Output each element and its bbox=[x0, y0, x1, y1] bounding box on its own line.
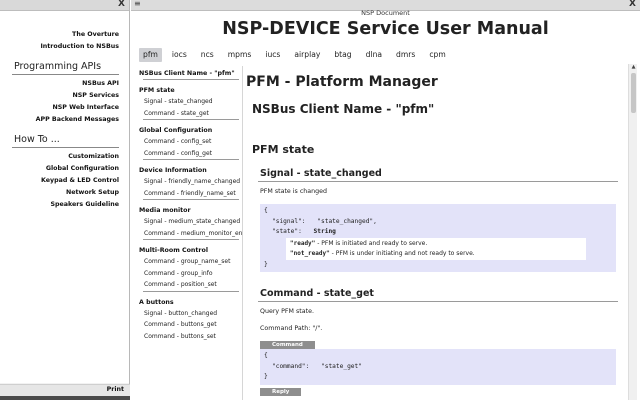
print-button[interactable]: Print bbox=[107, 386, 124, 393]
client-name-heading: NSBus Client Name - "pfm" bbox=[252, 102, 435, 116]
toc-divider bbox=[143, 199, 239, 200]
tab-pfm[interactable]: pfm bbox=[139, 48, 162, 62]
toc-client-name[interactable]: NSBus Client Name - "pfm" bbox=[139, 68, 243, 79]
state-enum-list: "ready" - PFM is initiated and ready to … bbox=[286, 237, 586, 260]
tab-ncs[interactable]: ncs bbox=[197, 48, 218, 62]
toc-item[interactable]: Command - friendly_name_set bbox=[139, 188, 243, 200]
nav-link-global-configuration[interactable]: Global Configuration bbox=[0, 163, 129, 175]
toc-divider bbox=[143, 290, 239, 292]
tab-iocs[interactable]: iocs bbox=[168, 48, 191, 62]
scroll-up-arrow-icon[interactable]: ▲ bbox=[629, 64, 638, 72]
nav-link-customization[interactable]: Customization bbox=[0, 151, 129, 163]
enum-ready: "ready" - PFM is initiated and ready to … bbox=[290, 239, 428, 247]
nav-link-speakers-guideline[interactable]: Speakers Guideline bbox=[0, 199, 129, 211]
toc-divider bbox=[143, 159, 239, 160]
tab-dlna[interactable]: dlna bbox=[362, 48, 386, 62]
section-divider bbox=[258, 181, 618, 182]
toc-item[interactable]: Command - group_info bbox=[139, 268, 243, 280]
toc-item[interactable]: Command - state_get bbox=[139, 108, 243, 120]
toc-divider bbox=[143, 79, 239, 80]
tab-airplay[interactable]: airplay bbox=[290, 48, 324, 62]
manual-title: NSP-DEVICE Service User Manual bbox=[222, 19, 549, 39]
nav-heading-programming-apis: Programming APIs bbox=[14, 61, 102, 72]
nav-link-keypad-led-control[interactable]: Keypad & LED Control bbox=[0, 175, 129, 187]
window-title: NSP Document bbox=[361, 9, 410, 17]
toc-item[interactable]: Signal - friendly_name_changed bbox=[139, 176, 243, 188]
toc-item[interactable]: Command - position_set bbox=[139, 279, 243, 291]
content-scrollbar[interactable]: ▲ bbox=[628, 64, 637, 400]
signal-state-changed-heading: Signal - state_changed bbox=[260, 168, 382, 179]
document-content: PFM - Platform Manager NSBus Client Name… bbox=[246, 68, 626, 400]
pfm-state-heading: PFM state bbox=[252, 143, 315, 156]
command-description: Query PFM state. bbox=[260, 308, 314, 315]
nav-divider bbox=[12, 147, 119, 148]
column-divider bbox=[242, 66, 243, 400]
toc-item[interactable]: Command - group_name_set bbox=[139, 256, 243, 268]
tab-iucs[interactable]: iucs bbox=[261, 48, 284, 62]
left-pane-footer: Print bbox=[0, 384, 130, 396]
nav-divider bbox=[12, 74, 119, 75]
command-state-get-heading: Command - state_get bbox=[260, 288, 374, 299]
toc-item[interactable]: Command - medium_monitor_enable bbox=[139, 228, 243, 240]
toc-divider bbox=[143, 239, 239, 240]
document-titlebar: ≡ NSP Document X bbox=[131, 0, 640, 17]
left-navigation-pane: X The Overture Introduction to NSBus Pro… bbox=[0, 0, 130, 400]
nav-link-intro-nsbus[interactable]: Introduction to NSBus bbox=[0, 41, 129, 53]
nav-link-app-backend-messages[interactable]: APP Backend Messages bbox=[0, 114, 129, 126]
enum-not-ready: "not_ready" - PFM is under initiating an… bbox=[290, 249, 475, 257]
toc-item[interactable]: Signal - state_changed bbox=[139, 96, 243, 108]
signal-description: PFM state is changed bbox=[260, 188, 328, 195]
reply-tag: Reply bbox=[260, 388, 302, 396]
window-close-icon[interactable]: X bbox=[629, 0, 636, 9]
signal-code-block: { "signal": "state_changed", "state": St… bbox=[260, 204, 616, 272]
toc-group-device-information[interactable]: Device Information bbox=[139, 165, 243, 176]
toc-group-media-monitor[interactable]: Media monitor bbox=[139, 205, 243, 216]
left-nav-list: The Overture Introduction to NSBus Progr… bbox=[0, 11, 129, 383]
nav-link-overture[interactable]: The Overture bbox=[0, 29, 129, 41]
toc-group-buttons[interactable]: A buttons bbox=[139, 297, 243, 308]
command-tag: Command bbox=[260, 341, 315, 349]
toc-item[interactable]: Signal - button_changed bbox=[139, 308, 243, 320]
left-pane-close-icon[interactable]: X bbox=[118, 0, 125, 9]
toc-item[interactable]: Command - buttons_set bbox=[139, 331, 243, 343]
left-pane-titlebar: X bbox=[0, 0, 129, 11]
tab-cpm[interactable]: cpm bbox=[425, 48, 449, 62]
taskbar-strip bbox=[0, 396, 130, 400]
toc-item[interactable]: Signal - medium_state_changed bbox=[139, 216, 243, 228]
toc-group-global-configuration[interactable]: Global Configuration bbox=[139, 125, 243, 136]
service-tabs: pfm iocs ncs mpms iucs airplay btag dlna… bbox=[139, 48, 456, 62]
window-menu-icon[interactable]: ≡ bbox=[134, 0, 141, 8]
nav-link-nsp-web-interface[interactable]: NSP Web Interface bbox=[0, 102, 129, 114]
toc-item[interactable]: Command - config_get bbox=[139, 148, 243, 160]
toc-divider bbox=[143, 119, 239, 120]
tab-dmrs[interactable]: dmrs bbox=[392, 48, 419, 62]
tab-mpms[interactable]: mpms bbox=[224, 48, 256, 62]
nav-link-nsbus-api[interactable]: NSBus API bbox=[0, 78, 129, 90]
command-code-block: { "command": "state_get" } bbox=[260, 349, 616, 385]
nav-heading-how-to: How To ... bbox=[14, 134, 60, 145]
table-of-contents: NSBus Client Name - "pfm" PFM state Sign… bbox=[139, 68, 243, 398]
document-window: ≡ NSP Document X NSP-DEVICE Service User… bbox=[131, 0, 640, 400]
nav-link-nsp-services[interactable]: NSP Services bbox=[0, 90, 129, 102]
toc-item[interactable]: Command - buttons_get bbox=[139, 319, 243, 331]
tab-btag[interactable]: btag bbox=[330, 48, 355, 62]
section-divider bbox=[258, 301, 618, 302]
toc-group-multi-room-control[interactable]: Multi-Room Control bbox=[139, 245, 243, 256]
toc-item[interactable]: Command - config_set bbox=[139, 136, 243, 148]
page-heading: PFM - Platform Manager bbox=[246, 74, 438, 90]
command-path-label: Command Path: "/". bbox=[260, 325, 323, 332]
nav-link-network-setup[interactable]: Network Setup bbox=[0, 187, 129, 199]
scroll-thumb[interactable] bbox=[631, 73, 636, 113]
toc-group-pfm-state[interactable]: PFM state bbox=[139, 85, 243, 96]
